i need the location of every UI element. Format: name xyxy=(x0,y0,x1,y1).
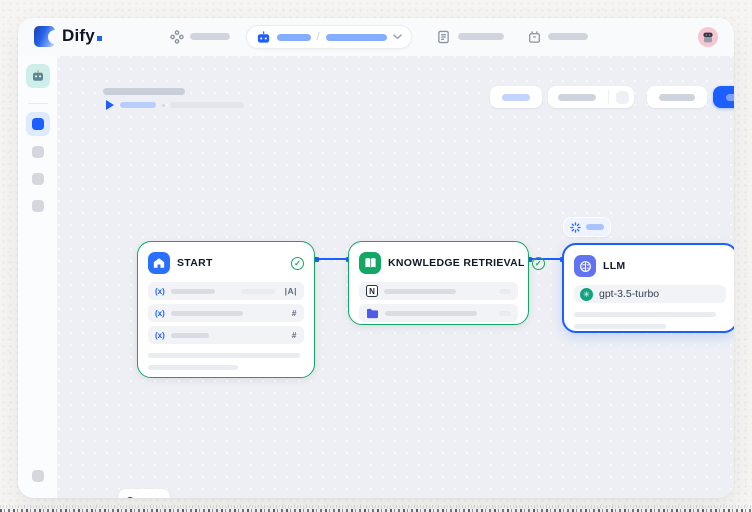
zoom-control[interactable] xyxy=(118,489,170,498)
folder-icon xyxy=(366,308,379,319)
brand-dot xyxy=(97,36,102,41)
app-avatar-robot-icon[interactable] xyxy=(26,64,50,88)
toolbar-button-3[interactable] xyxy=(647,86,707,108)
llm-icon xyxy=(574,255,596,277)
workflow-canvas[interactable]: START ✓ (x) |A| (x) # (x) # xyxy=(58,56,734,498)
chevron-down-icon xyxy=(393,34,402,40)
check-circle-icon: ✓ xyxy=(291,257,304,270)
user-avatar[interactable] xyxy=(698,27,718,47)
split-menu-button[interactable] xyxy=(616,91,629,104)
string-type-icon: |A| xyxy=(285,286,297,296)
knowledge-dataset-row[interactable] xyxy=(359,304,518,322)
node-desc-skeleton xyxy=(574,324,666,329)
run-play-icon[interactable] xyxy=(106,100,114,110)
node-title: START xyxy=(177,257,213,269)
sidebar-item-orchestrate-active[interactable] xyxy=(26,112,50,136)
openai-icon: ✳ xyxy=(580,288,593,301)
home-icon xyxy=(148,252,170,274)
desktop-background: Dify / xyxy=(0,0,752,512)
nav-label-skeleton[interactable] xyxy=(190,33,230,40)
node-llm-header: LLM xyxy=(574,254,726,278)
run-meta-dot xyxy=(162,104,165,107)
bot-icon xyxy=(256,30,271,45)
zoom-search-icon xyxy=(125,496,137,498)
model-name: gpt-3.5-turbo xyxy=(599,288,659,300)
brand-name: Dify xyxy=(62,26,95,45)
variable-icon: (x) xyxy=(155,331,165,340)
book-icon xyxy=(359,252,381,274)
left-icon-rail xyxy=(18,56,58,498)
sidebar-item-bottom[interactable] xyxy=(32,470,44,482)
sidebar-item-3[interactable] xyxy=(32,173,44,185)
toolbar-button-1[interactable] xyxy=(490,86,542,108)
toolbar-split-button[interactable] xyxy=(548,86,634,108)
number-type-icon: # xyxy=(292,308,297,318)
plugins-icon[interactable] xyxy=(528,30,541,44)
sidebar-item-2[interactable] xyxy=(32,146,44,158)
edge-start-knowledge[interactable] xyxy=(316,258,349,260)
screen-edge-noise xyxy=(0,499,752,512)
workspace-name-skeleton xyxy=(277,34,311,41)
knowledge-dataset-row[interactable]: N xyxy=(359,282,518,300)
notion-icon: N xyxy=(366,285,378,297)
orchestrate-icon xyxy=(32,118,44,130)
breadcrumb-separator: / xyxy=(317,31,320,43)
variable-icon: (x) xyxy=(155,309,165,318)
publish-button[interactable] xyxy=(713,86,734,108)
start-variable-row[interactable]: (x) # xyxy=(148,326,304,344)
dify-logo-text: Dify xyxy=(62,26,102,46)
variable-icon: (x) xyxy=(155,287,165,296)
run-label-skeleton[interactable] xyxy=(120,102,156,108)
node-desc-skeleton xyxy=(148,353,300,358)
node-desc-skeleton xyxy=(574,312,716,317)
badge-label-skeleton xyxy=(586,224,604,230)
sidebar-item-4[interactable] xyxy=(32,200,44,212)
spinner-icon xyxy=(570,222,581,233)
run-meta-skeleton xyxy=(170,102,244,108)
node-title: KNOWLEDGE RETRIEVAL xyxy=(388,257,525,269)
start-variable-row[interactable]: (x) # xyxy=(148,304,304,322)
plugins-label-skeleton[interactable] xyxy=(548,33,588,40)
start-variable-row[interactable]: (x) |A| xyxy=(148,282,304,300)
dify-app-window: Dify / xyxy=(18,18,734,498)
node-desc-skeleton xyxy=(148,365,238,370)
check-circle-icon: ✓ xyxy=(532,257,545,270)
llm-model-row[interactable]: ✳ gpt-3.5-turbo xyxy=(574,285,726,303)
docs-icon[interactable] xyxy=(437,30,450,44)
app-header: Dify / xyxy=(18,18,734,56)
app-breadcrumb-switcher[interactable]: / xyxy=(246,25,412,49)
sidebar-divider xyxy=(28,103,48,104)
workflow-title-skeleton xyxy=(103,88,185,95)
number-type-icon: # xyxy=(292,330,297,340)
docs-label-skeleton[interactable] xyxy=(458,33,504,40)
llm-running-badge xyxy=(563,217,611,237)
explore-icon[interactable] xyxy=(170,30,184,44)
node-knowledge-retrieval[interactable]: KNOWLEDGE RETRIEVAL ✓ N xyxy=(348,241,529,325)
app-name-skeleton xyxy=(326,34,387,41)
split-divider xyxy=(608,90,609,104)
node-knowledge-header: KNOWLEDGE RETRIEVAL ✓ xyxy=(359,251,518,275)
node-start-header: START ✓ xyxy=(148,251,304,275)
node-llm[interactable]: LLM ✳ gpt-3.5-turbo xyxy=(562,243,734,333)
node-start[interactable]: START ✓ (x) |A| (x) # (x) # xyxy=(137,241,315,378)
node-title: LLM xyxy=(603,260,625,272)
dify-logo-icon xyxy=(34,26,55,47)
